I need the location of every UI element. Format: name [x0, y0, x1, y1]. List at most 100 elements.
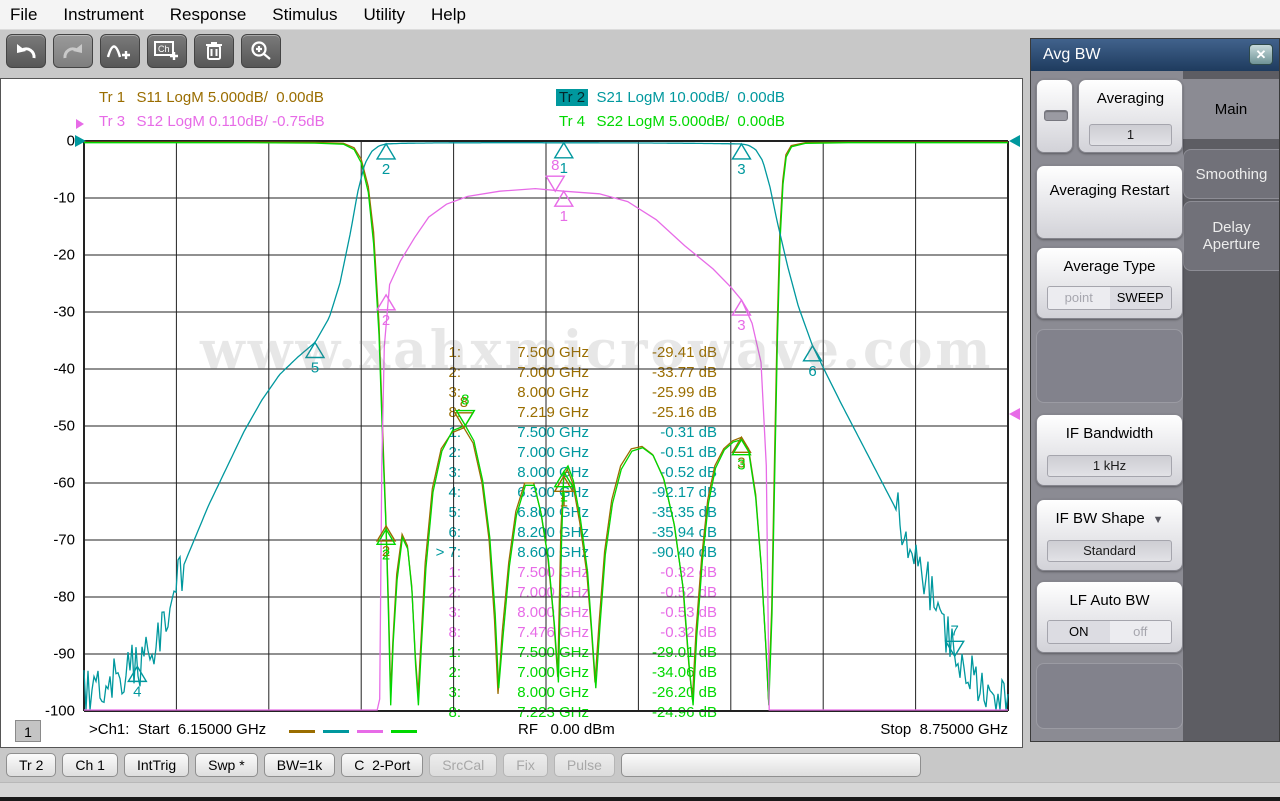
statusbar-button-c-2-port[interactable]: C 2-Port	[341, 753, 423, 777]
averaging-value[interactable]: 1	[1089, 124, 1172, 146]
graph-area: Tr 1 S11 LogM 5.000dB/ 0.00dB Tr 2 S21 Lo…	[0, 78, 1023, 748]
dropdown-arrow-icon: ▼	[1153, 514, 1164, 526]
vna-application-window: File Instrument Response Stimulus Utility Hel…	[0, 0, 1280, 801]
average-type-option-point[interactable]: point	[1048, 287, 1110, 309]
tab-delay-aperture[interactable]: Delay Aperture	[1183, 201, 1279, 271]
averaging-restart-label: Averaging Restart	[1037, 182, 1182, 199]
marker-number-tr2-7: 7	[951, 622, 959, 639]
channel-number-badge[interactable]: 1	[15, 720, 41, 742]
marker-row-tr3-2: 2:7.000 GHz-0.52 dB	[419, 583, 717, 603]
tab-main[interactable]: Main	[1183, 79, 1279, 139]
panel-title-bar[interactable]: Avg BW ✕	[1031, 39, 1279, 71]
redo-icon	[60, 39, 86, 63]
trace-badge[interactable]: Tr 4	[556, 113, 588, 130]
marker-cell: 7.223 GHz	[461, 703, 589, 723]
zoom-icon	[249, 39, 273, 63]
add-channel-icon: Ch	[153, 39, 181, 63]
legend-tr2[interactable]: Tr 2 S21 LogM 10.00dB/ 0.00dB	[556, 89, 785, 106]
legend-tr4[interactable]: Tr 4 S22 LogM 5.000dB/ 0.00dB	[556, 113, 785, 130]
statusbar-button-swp-[interactable]: Swp *	[195, 753, 258, 777]
menu-item-file[interactable]: File	[10, 5, 37, 25]
marker-triangle-tr3-8	[546, 176, 564, 191]
close-button[interactable]: ✕	[1249, 44, 1273, 65]
rf-power-text[interactable]: RF 0.00 dBm	[518, 721, 615, 738]
marker-cell: 7.500 GHz	[461, 423, 589, 443]
undo-icon	[13, 39, 39, 63]
menu-item-stimulus[interactable]: Stimulus	[272, 5, 337, 25]
if-bandwidth-value[interactable]: 1 kHz	[1047, 455, 1172, 477]
trace-format-label: S11 LogM 5.000dB/ 0.00dB	[128, 89, 324, 106]
average-type-option-sweep[interactable]: SWEEP	[1110, 287, 1172, 309]
add-trace-button[interactable]	[100, 34, 140, 68]
averaging-button[interactable]: Averaging 1	[1078, 79, 1183, 153]
zoom-button[interactable]	[241, 34, 281, 68]
marker-row-tr2-4: 4:6.300 GHz-92.17 dB	[419, 483, 717, 503]
marker-row-tr1-1: 1:7.500 GHz-29.41 dB	[419, 343, 717, 363]
marker-number-tr3-8: 8	[551, 157, 559, 174]
legend-tr1[interactable]: Tr 1 S11 LogM 5.000dB/ 0.00dB	[96, 89, 324, 106]
statusbar-button-ch-1[interactable]: Ch 1	[62, 753, 118, 777]
menu-item-response[interactable]: Response	[170, 5, 247, 25]
marker-cell: -90.40 dB	[589, 543, 717, 563]
marker-cell: -35.35 dB	[589, 503, 717, 523]
marker-row-tr3-8: 8:7.476 GHz-0.32 dB	[419, 623, 717, 643]
if-bw-shape-value[interactable]: Standard	[1047, 540, 1172, 562]
statusbar-button-inttrig[interactable]: IntTrig	[124, 753, 189, 777]
marker-number-tr2-6: 6	[808, 363, 816, 380]
if-bw-shape-label: IF BW Shape▼	[1037, 510, 1182, 527]
delete-trace-button[interactable]	[194, 34, 234, 68]
y-tick-label: -40	[35, 361, 75, 378]
trace-badge[interactable]: Tr 2	[556, 89, 588, 106]
marker-cell: 6:	[419, 523, 461, 543]
if-bw-shape-button[interactable]: IF BW Shape▼ Standard	[1036, 499, 1183, 571]
trace-badge[interactable]: Tr 3	[96, 113, 128, 130]
marker-cell: 8:	[419, 623, 461, 643]
trace-format-label: S12 LogM 0.110dB/ -0.75dB	[128, 113, 325, 130]
lf-auto-bw-option-off[interactable]: off	[1110, 621, 1172, 643]
marker-cell: 8.000 GHz	[461, 463, 589, 483]
marker-row-tr4-2: 2:7.000 GHz-34.06 dB	[419, 663, 717, 683]
trace-dash-tr1	[289, 730, 315, 733]
marker-triangle-tr2-4	[128, 666, 146, 681]
marker-cell: -34.06 dB	[589, 663, 717, 683]
if-bandwidth-button[interactable]: IF Bandwidth 1 kHz	[1036, 414, 1183, 486]
channel-start-text[interactable]: >Ch1: Start 6.15000 GHz	[89, 721, 266, 738]
y-tick-label: -90	[35, 646, 75, 663]
marker-row-tr1-2: 2:7.000 GHz-33.77 dB	[419, 363, 717, 383]
marker-cell: 1:	[419, 423, 461, 443]
menu-item-utility[interactable]: Utility	[363, 5, 405, 25]
marker-readout-table: 1:7.500 GHz-29.41 dB2:7.000 GHz-33.77 dB…	[419, 343, 717, 723]
statusbar-button-fix: Fix	[503, 753, 548, 777]
marker-number-tr4-2: 2	[382, 546, 390, 563]
lf-auto-bw-label: LF Auto BW	[1037, 592, 1182, 609]
marker-cell: 1:	[419, 563, 461, 583]
lf-auto-bw-option-on[interactable]: ON	[1048, 621, 1110, 643]
statusbar-button-pulse: Pulse	[554, 753, 615, 777]
average-type-button[interactable]: Average Type point SWEEP	[1036, 247, 1183, 319]
marker-number-tr4-3: 3	[737, 457, 745, 474]
marker-cell: 7.000 GHz	[461, 663, 589, 683]
menu-item-help[interactable]: Help	[431, 5, 466, 25]
legend-tr3[interactable]: Tr 3 S12 LogM 0.110dB/ -0.75dB	[96, 113, 325, 130]
averaging-restart-button[interactable]: Averaging Restart	[1036, 165, 1183, 239]
marker-row-tr4-8: 8:7.223 GHz-24.96 dB	[419, 703, 717, 723]
trace-badge[interactable]: Tr 1	[96, 89, 128, 106]
marker-number-tr2-2: 2	[382, 161, 390, 178]
marker-triangle-tr2-5	[306, 342, 324, 357]
trace-format-label: S21 LogM 10.00dB/ 0.00dB	[588, 89, 785, 106]
statusbar-button-bw-1k[interactable]: BW=1k	[264, 753, 336, 777]
panel-body: MainSmoothingDelay Aperture Averaging 1 …	[1031, 71, 1279, 741]
statusbar-button-tr-2[interactable]: Tr 2	[6, 753, 56, 777]
tab-smoothing[interactable]: Smoothing	[1183, 149, 1279, 199]
averaging-toggle-button[interactable]	[1036, 79, 1073, 153]
disabled-slot-1	[1036, 329, 1183, 403]
marker-cell: -25.99 dB	[589, 383, 717, 403]
add-channel-button[interactable]: Ch	[147, 34, 187, 68]
marker-cell: > 7:	[419, 543, 461, 563]
stop-frequency-text[interactable]: Stop 8.75000 GHz	[880, 721, 1008, 738]
menu-item-instrument[interactable]: Instrument	[63, 5, 143, 25]
undo-button[interactable]	[6, 34, 46, 68]
y-tick-label: -70	[35, 532, 75, 549]
marker-triangle-tr3-1	[555, 191, 573, 206]
lf-auto-bw-button[interactable]: LF Auto BW ON off	[1036, 581, 1183, 653]
